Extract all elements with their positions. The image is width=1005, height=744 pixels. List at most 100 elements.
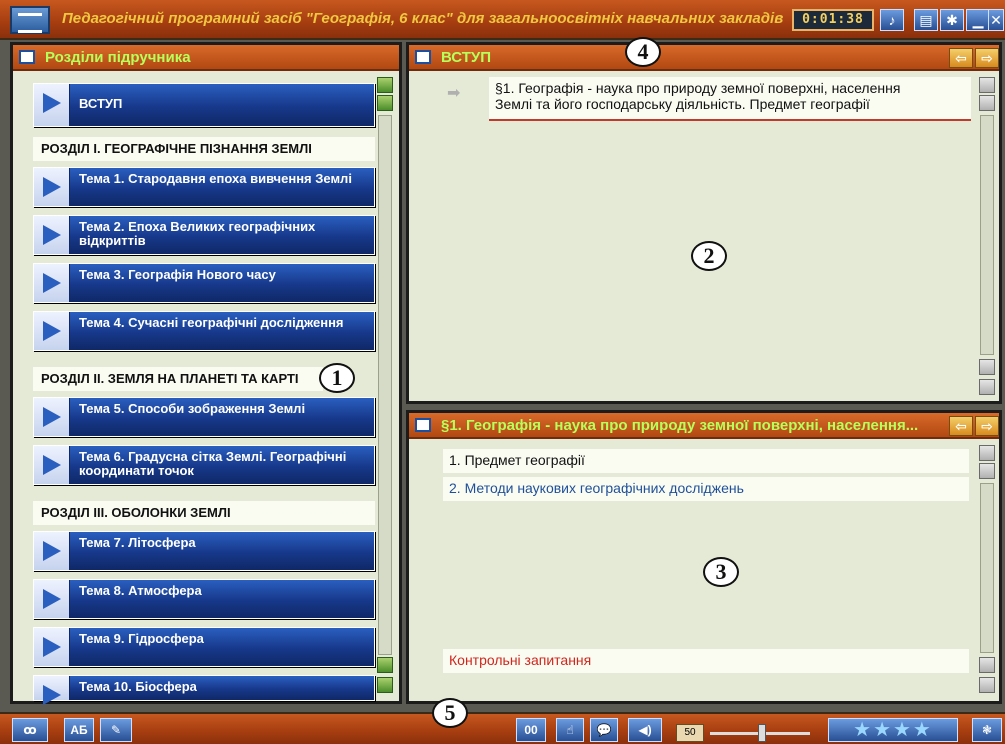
topic-10-button[interactable]: Тема 10. Біосфера bbox=[33, 675, 375, 705]
back-arrow-icon[interactable]: ⇦ bbox=[949, 48, 973, 68]
counter-button[interactable]: 00 bbox=[516, 718, 546, 742]
pointer-arrow-icon: ➡ bbox=[447, 85, 461, 102]
sections-panel: Розділи підручника ВСТУП РОЗДІЛ І. ГЕОГР… bbox=[10, 42, 402, 705]
topic-label: Тема 4. Сучасні географічні дослідження bbox=[79, 315, 344, 330]
music-note-icon[interactable]: ♪ bbox=[880, 9, 904, 31]
subtopic-item-1[interactable]: 1. Предмет географії bbox=[443, 449, 969, 473]
scroll-top-button[interactable] bbox=[979, 77, 995, 93]
topic-label: Тема 1. Стародавня епоха вивчення Землі bbox=[79, 171, 352, 186]
scroll-top-button[interactable] bbox=[377, 77, 393, 93]
topic-5-button[interactable]: Тема 5. Способи зображення Землі bbox=[33, 397, 375, 437]
topic-6-button[interactable]: Тема 6. Градусна сітка Землі. Географічн… bbox=[33, 445, 375, 485]
topic-label: Тема 8. Атмосфера bbox=[79, 583, 202, 598]
section-2-heading: РОЗДІЛ ІІ. ЗЕМЛЯ НА ПЛАНЕТІ ТА КАРТІ bbox=[33, 367, 323, 391]
topic-7-button[interactable]: Тема 7. Літосфера bbox=[33, 531, 375, 571]
control-questions-link[interactable]: Контрольні запитання bbox=[443, 649, 969, 673]
intro-panel-header: ВСТУП ⇦ ⇨ bbox=[409, 45, 999, 71]
scroll-bottom-button[interactable] bbox=[979, 677, 995, 693]
paragraph-line-2: Землі та його господарську діяльність. П… bbox=[495, 96, 870, 112]
app-menu-icon[interactable] bbox=[10, 6, 50, 34]
scroll-down-button[interactable] bbox=[377, 657, 393, 673]
topic-label: Тема 6. Градусна сітка Землі. Географічн… bbox=[79, 449, 347, 478]
arrow-right-icon bbox=[34, 216, 70, 254]
scroll-up-button[interactable] bbox=[979, 463, 995, 479]
session-timer: 0:01:38 bbox=[792, 9, 874, 31]
intro-panel-title: ВСТУП bbox=[441, 49, 491, 66]
book-icon bbox=[415, 50, 431, 64]
topic-4-button[interactable]: Тема 4. Сучасні географічні дослідження bbox=[33, 311, 375, 351]
topic-label: Тема 2. Епоха Великих географічних відкр… bbox=[79, 219, 316, 248]
arrow-right-icon bbox=[34, 168, 70, 206]
forward-arrow-icon[interactable]: ⇨ bbox=[975, 416, 999, 436]
bottom-toolbar: ꝏ АБ ✎ 5 00 ☝ 💬 ◀) 50 ★★★★ ❃ bbox=[0, 698, 1005, 744]
section-1-heading: РОЗДІЛ І. ГЕОГРАФІЧНЕ ПІЗНАННЯ ЗЕМЛІ bbox=[33, 137, 375, 161]
dictionary-button[interactable]: АБ bbox=[64, 718, 94, 742]
book-icon bbox=[19, 50, 35, 64]
marker-2: 2 bbox=[691, 241, 727, 271]
scroll-bottom-button[interactable] bbox=[979, 379, 995, 395]
topic-1-button[interactable]: Тема 1. Стародавня епоха вивчення Землі bbox=[33, 167, 375, 207]
notebook-icon[interactable]: ✎ bbox=[100, 718, 132, 742]
speaker-icon[interactable]: ◀) bbox=[628, 718, 662, 742]
intro-content-panel: ВСТУП ⇦ ⇨ 4 ➡ §1. Географія - наука про … bbox=[406, 37, 1002, 404]
hand-pointer-icon[interactable]: ☝ bbox=[556, 718, 584, 742]
minimize-icon[interactable]: ▁ bbox=[966, 9, 990, 31]
scroll-up-button[interactable] bbox=[377, 95, 393, 111]
scroll-down-button[interactable] bbox=[979, 657, 995, 673]
arrow-right-icon bbox=[34, 676, 70, 705]
title-bar: Педагогічний програмний засіб "Географія… bbox=[0, 0, 1005, 40]
sections-scrollbar[interactable] bbox=[378, 115, 392, 655]
arrow-right-icon bbox=[34, 264, 70, 302]
sections-panel-header: Розділи підручника bbox=[13, 45, 399, 71]
marker-1: 1 bbox=[319, 363, 355, 393]
topic-2-button[interactable]: Тема 2. Епоха Великих географічних відкр… bbox=[33, 215, 375, 255]
topic-9-button[interactable]: Тема 9. Гідросфера bbox=[33, 627, 375, 667]
back-arrow-icon[interactable]: ⇦ bbox=[949, 416, 973, 436]
accessibility-icon[interactable]: ꝏ bbox=[12, 718, 48, 742]
marker-4: 4 bbox=[625, 37, 661, 67]
marker-5: 5 bbox=[432, 698, 468, 728]
volume-slider-thumb[interactable] bbox=[758, 724, 766, 742]
paragraph-content-panel: §1. Географія - наука про природу земної… bbox=[406, 410, 1002, 704]
arrow-right-icon bbox=[34, 84, 70, 126]
topic-label: Тема 5. Способи зображення Землі bbox=[79, 401, 306, 416]
intro-scrollbar[interactable] bbox=[980, 115, 994, 355]
scroll-down-button[interactable] bbox=[979, 359, 995, 375]
volume-value: 50 bbox=[676, 724, 704, 742]
paragraph-link[interactable]: §1. Географія - наука про природу земної… bbox=[489, 77, 971, 121]
arrow-right-icon bbox=[34, 446, 70, 484]
settings-star-icon[interactable]: ✱ bbox=[940, 9, 964, 31]
help-icon[interactable]: ❃ bbox=[972, 718, 1002, 742]
book-icon bbox=[415, 418, 431, 432]
rating-stars[interactable]: ★★★★ bbox=[828, 718, 958, 742]
paragraph-panel-title: §1. Географія - наука про природу земної… bbox=[441, 417, 919, 434]
marker-3: 3 bbox=[703, 557, 739, 587]
scroll-bottom-button[interactable] bbox=[377, 677, 393, 693]
close-icon[interactable]: ✕ bbox=[988, 9, 1004, 31]
intro-button-label: ВСТУП bbox=[79, 96, 123, 111]
subtopic-item-2[interactable]: 2. Методи наукових географічних дослідже… bbox=[443, 477, 969, 501]
topic-8-button[interactable]: Тема 8. Атмосфера bbox=[33, 579, 375, 619]
arrow-right-icon bbox=[34, 628, 70, 666]
forward-arrow-icon[interactable]: ⇨ bbox=[975, 48, 999, 68]
arrow-right-icon bbox=[34, 312, 70, 350]
paragraph-panel-header: §1. Географія - наука про природу земної… bbox=[409, 413, 999, 439]
arrow-right-icon bbox=[34, 398, 70, 436]
topic-label: Тема 3. Географія Нового часу bbox=[79, 267, 276, 282]
paragraph-line-1: §1. Географія - наука про природу земної… bbox=[495, 80, 901, 96]
paragraph-scrollbar[interactable] bbox=[980, 483, 994, 653]
topic-label: Тема 7. Літосфера bbox=[79, 535, 196, 550]
scroll-top-button[interactable] bbox=[979, 445, 995, 461]
sections-panel-title: Розділи підручника bbox=[45, 49, 191, 66]
arrow-right-icon bbox=[34, 580, 70, 618]
intro-button[interactable]: ВСТУП bbox=[33, 83, 375, 127]
app-title: Педагогічний програмний засіб "Географія… bbox=[62, 10, 784, 27]
topic-3-button[interactable]: Тема 3. Географія Нового часу bbox=[33, 263, 375, 303]
topic-label: Тема 9. Гідросфера bbox=[79, 631, 204, 646]
topic-label: Тема 10. Біосфера bbox=[79, 679, 197, 694]
arrow-right-icon bbox=[34, 532, 70, 570]
info-icon[interactable]: ▤ bbox=[914, 9, 938, 31]
scroll-up-button[interactable] bbox=[979, 95, 995, 111]
section-3-heading: РОЗДІЛ ІІІ. ОБОЛОНКИ ЗЕМЛІ bbox=[33, 501, 375, 525]
speech-bubble-icon[interactable]: 💬 bbox=[590, 718, 618, 742]
